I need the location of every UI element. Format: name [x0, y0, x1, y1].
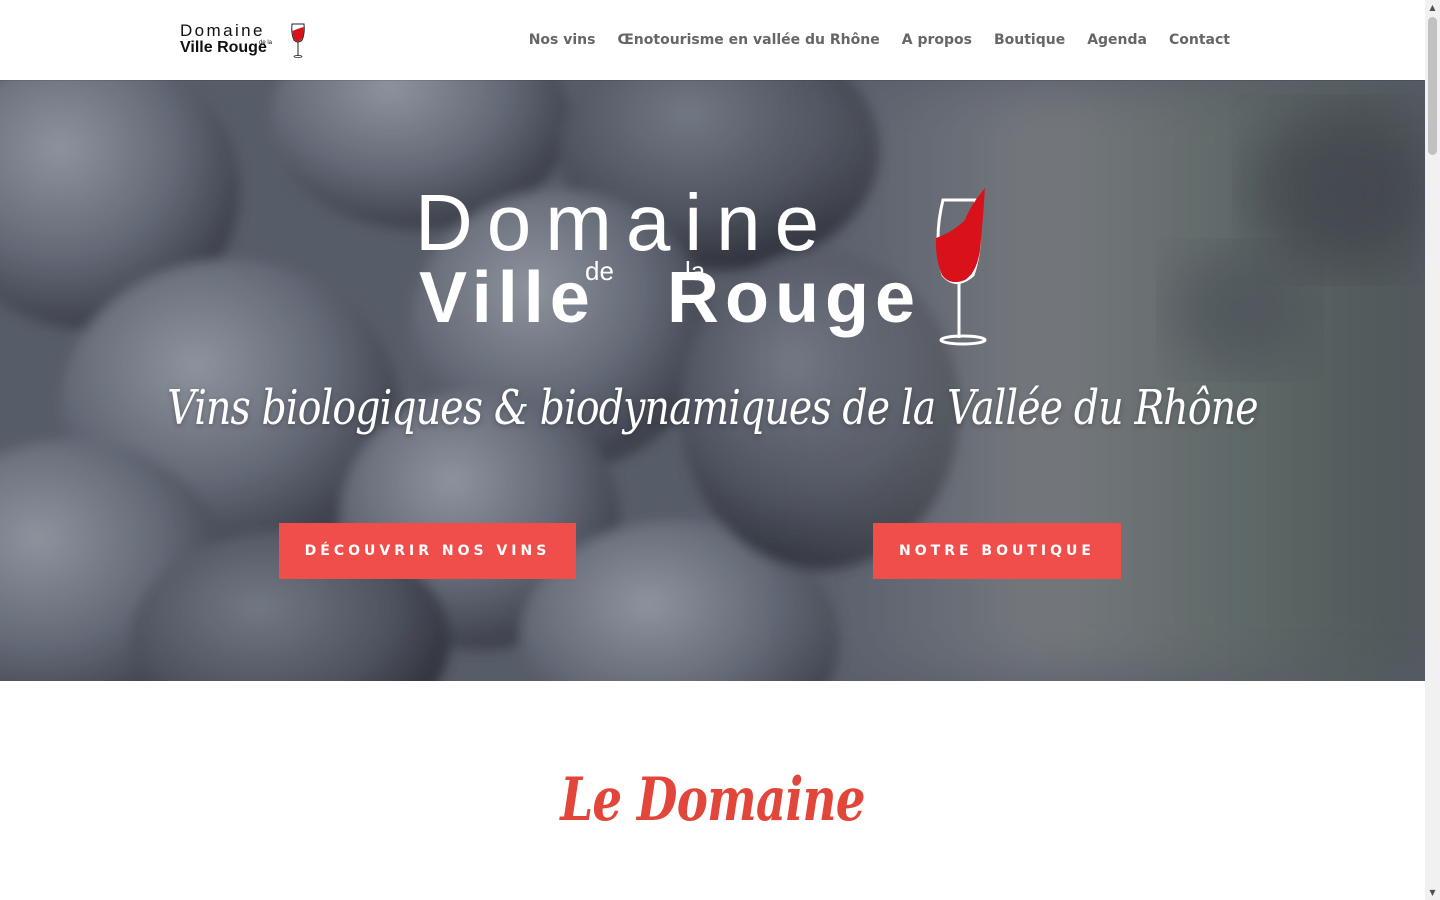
- wine-glass-icon: [935, 188, 987, 346]
- main-nav: Nos vins Œnotourisme en vallée du Rhône …: [529, 30, 1230, 50]
- scroll-up-arrow-icon[interactable]: ▲: [1425, 0, 1440, 15]
- nav-oenotourisme[interactable]: Œnotourisme en vallée du Rhône: [617, 30, 879, 50]
- page-scrollbar[interactable]: ▲ ▼: [1425, 0, 1440, 900]
- discover-wines-button[interactable]: Découvrir nos vins: [279, 523, 576, 579]
- hero-tagline: Vins biologiques & biodynamiques de la V…: [167, 380, 1258, 436]
- nav-boutique[interactable]: Boutique: [994, 30, 1065, 50]
- logo-text-villerouge: Ville Rouge: [180, 39, 267, 56]
- hero-logo-rouge: Rouge: [667, 258, 921, 338]
- wine-glass-icon: [291, 23, 305, 58]
- scrollbar-thumb[interactable]: [1428, 17, 1437, 155]
- hero-logo-domaine: Domaine: [415, 180, 833, 267]
- logo-text-domaine: Domaine: [180, 21, 265, 40]
- nav-nos-vins[interactable]: Nos vins: [529, 30, 596, 50]
- hero-logo: Domaine de la Ville Rouge: [415, 180, 987, 346]
- hero-banner: Domaine de la Ville Rouge Vins biologiqu…: [0, 80, 1425, 681]
- site-logo[interactable]: Domaine de la Ville Rouge: [179, 18, 309, 60]
- nav-a-propos[interactable]: A propos: [902, 30, 972, 50]
- shop-button[interactable]: Notre boutique: [873, 523, 1121, 579]
- site-header: Domaine de la Ville Rouge Nos vins Œnoto…: [0, 0, 1425, 80]
- nav-agenda[interactable]: Agenda: [1087, 30, 1147, 50]
- nav-contact[interactable]: Contact: [1169, 30, 1230, 50]
- scroll-down-arrow-icon[interactable]: ▼: [1425, 885, 1440, 900]
- section-title-domaine: Le Domaine: [560, 765, 865, 835]
- hero-logo-ville: Ville: [419, 258, 596, 338]
